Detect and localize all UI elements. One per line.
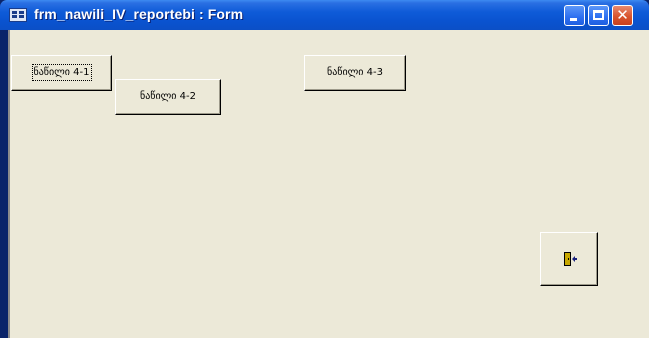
part-4-2-label: ნაწილი 4-2: [140, 91, 196, 102]
title-bar[interactable]: frm_nawili_IV_reportebi : Form ✕: [0, 0, 649, 30]
close-icon: ✕: [616, 6, 629, 24]
part-4-1-button[interactable]: ნაწილი 4-1: [11, 55, 112, 91]
exit-button[interactable]: [540, 232, 598, 286]
form-window: frm_nawili_IV_reportebi : Form ✕ ნაწილი …: [0, 0, 649, 338]
part-4-2-button[interactable]: ნაწილი 4-2: [115, 79, 221, 115]
part-4-3-button[interactable]: ნაწილი 4-3: [304, 55, 406, 91]
exit-door-icon: [564, 252, 577, 266]
close-button[interactable]: ✕: [612, 5, 633, 26]
part-4-1-label: ნაწილი 4-1: [31, 64, 92, 81]
window-title: frm_nawili_IV_reportebi : Form: [34, 6, 244, 22]
maximize-button[interactable]: [588, 5, 609, 26]
form-left-border: [8, 30, 10, 338]
form-icon[interactable]: [9, 8, 27, 22]
minimize-button[interactable]: [564, 5, 585, 26]
part-4-3-label: ნაწილი 4-3: [327, 67, 383, 78]
